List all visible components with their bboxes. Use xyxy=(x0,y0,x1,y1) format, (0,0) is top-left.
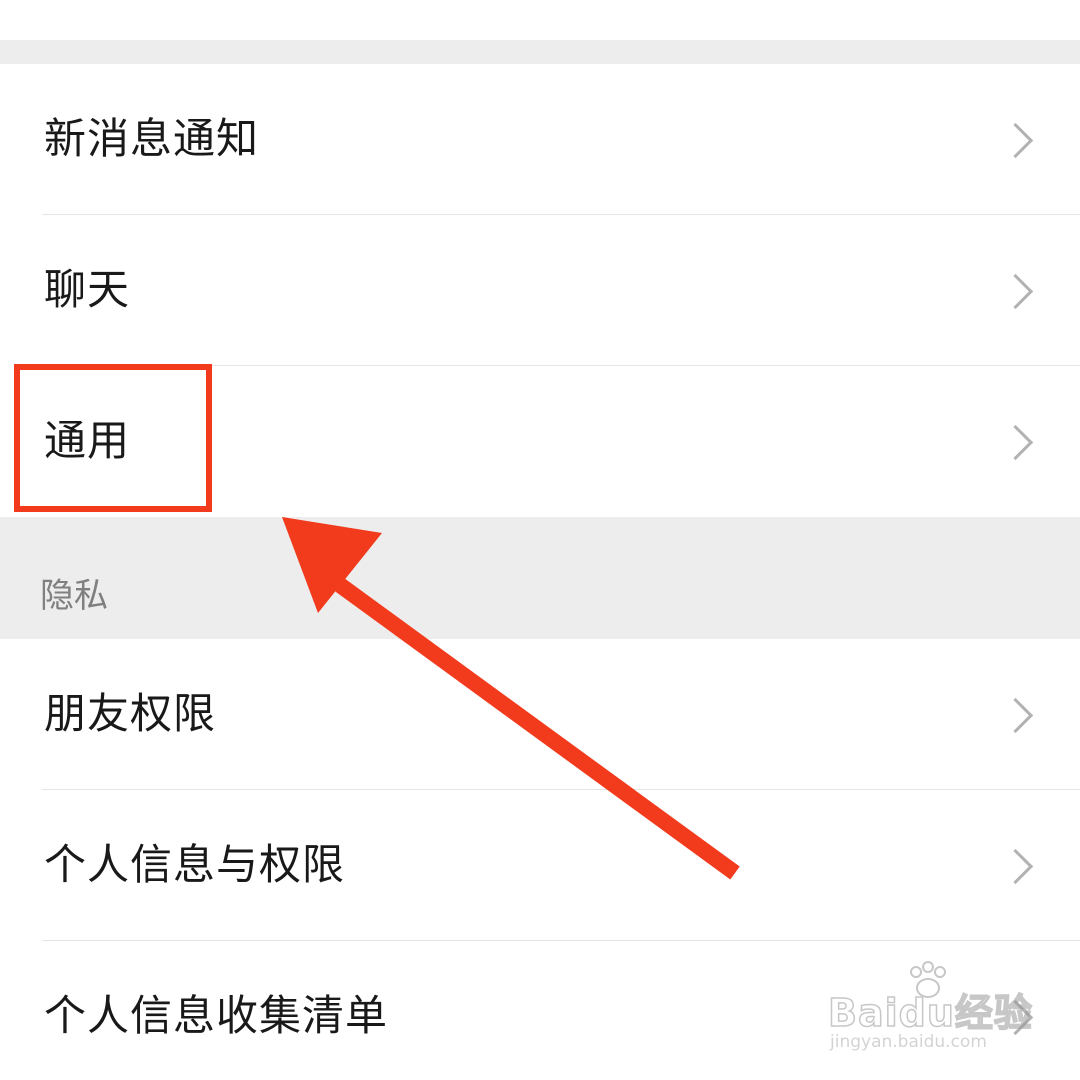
row-general[interactable]: 通用 xyxy=(0,366,1080,516)
settings-screen: 新消息通知 聊天 通用 隐私 朋友权限 个人信息与权限 个人信息收集清单 Bai… xyxy=(0,0,1080,1080)
row-label: 通用 xyxy=(44,416,131,465)
row-label: 个人信息收集清单 xyxy=(44,991,389,1040)
row-label: 个人信息与权限 xyxy=(44,840,346,889)
row-chat[interactable]: 聊天 xyxy=(0,215,1080,365)
row-label: 朋友权限 xyxy=(44,689,217,738)
section-title: 隐私 xyxy=(40,576,108,616)
row-label: 聊天 xyxy=(44,265,131,314)
chevron-right-icon xyxy=(997,999,1034,1036)
top-area xyxy=(0,0,1080,40)
row-friend-permissions[interactable]: 朋友权限 xyxy=(0,639,1080,789)
row-label: 新消息通知 xyxy=(44,114,260,163)
chevron-right-icon xyxy=(997,122,1034,159)
row-personal-info-permissions[interactable]: 个人信息与权限 xyxy=(0,790,1080,940)
chevron-right-icon xyxy=(997,848,1034,885)
chevron-right-icon xyxy=(997,273,1034,310)
row-new-message-notification[interactable]: 新消息通知 xyxy=(0,64,1080,214)
row-personal-info-collection-list[interactable]: 个人信息收集清单 xyxy=(0,941,1080,1080)
chevron-right-icon xyxy=(997,697,1034,734)
section-header-privacy: 隐私 xyxy=(0,517,1080,639)
chevron-right-icon xyxy=(997,424,1034,461)
group-gap xyxy=(0,40,1080,64)
